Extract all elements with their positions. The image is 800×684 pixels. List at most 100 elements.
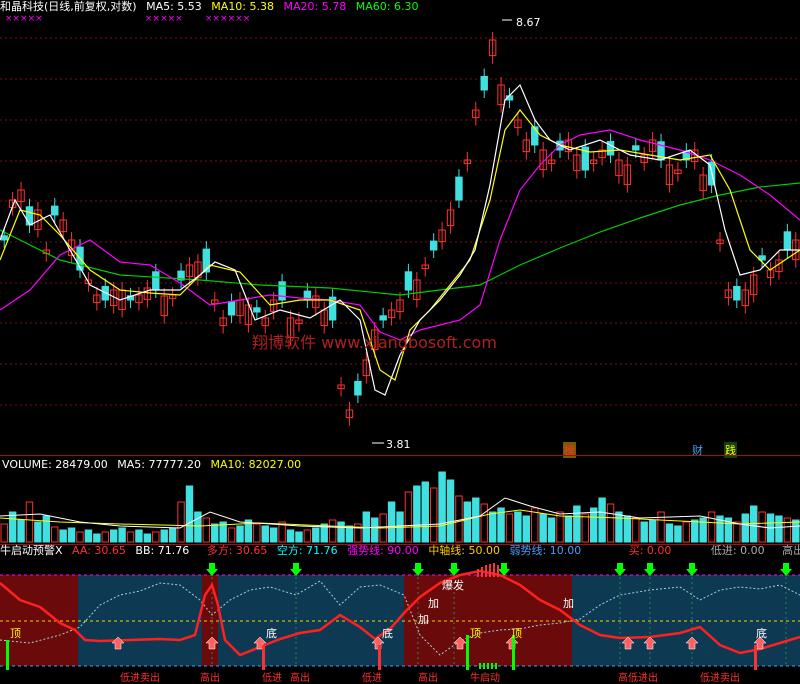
- volume-bar: [472, 497, 480, 543]
- volume-bar: [682, 521, 691, 543]
- volume-bar: [261, 525, 269, 543]
- candle-body: [404, 271, 413, 291]
- volume-bar: [143, 533, 152, 543]
- volume-bar: [25, 501, 34, 543]
- volume-bar: [236, 525, 244, 543]
- volume-bar: [109, 529, 118, 543]
- signal-bottom-3: 底: [756, 627, 767, 640]
- candle-body: [429, 240, 438, 251]
- signal-top-3: 顶: [511, 627, 522, 640]
- volume-bar: [438, 471, 446, 543]
- volume-bar: [674, 525, 682, 543]
- volume-bar: [303, 529, 312, 543]
- candle-body: [253, 307, 261, 313]
- volume-bar: [707, 511, 716, 543]
- signal-bottom-2: 底: [382, 627, 393, 640]
- candle-body: [51, 205, 59, 216]
- volume-bar: [286, 529, 295, 543]
- signal-bar-5: [378, 645, 381, 670]
- down-arrow-icon: [448, 563, 460, 576]
- volume-bars: [0, 471, 800, 543]
- volume-bar: [404, 491, 413, 543]
- volume-bar: [505, 513, 514, 543]
- volume-bar: [84, 529, 93, 543]
- ma60-line: [0, 182, 800, 296]
- volume-bar: [51, 526, 59, 543]
- volume-bar: [488, 511, 497, 543]
- low-label: 3.81: [386, 438, 411, 451]
- candle-body: [733, 285, 741, 301]
- volume-bar: [152, 531, 160, 543]
- volume-bar: [547, 517, 556, 543]
- volume-bar: [463, 501, 472, 543]
- volume-chart: [0, 471, 800, 543]
- volume-bar: [8, 511, 17, 543]
- down-arrow-icon: [780, 563, 792, 576]
- volume-panel[interactable]: VOLUME: 28479.00 MA5: 77777.20 MA10: 820…: [0, 456, 800, 544]
- volume-bar: [211, 523, 219, 543]
- volume-bar: [640, 521, 648, 543]
- volume-bar: [202, 517, 211, 543]
- volume-bar: [345, 525, 354, 543]
- volume-bar: [227, 527, 236, 543]
- volume-bar: [741, 513, 749, 543]
- volume-bar: [657, 511, 665, 543]
- signal-bottom-1: 底: [266, 627, 277, 640]
- volume-bar: [253, 523, 261, 543]
- volume-bar: [168, 527, 177, 543]
- watermark: 翔博软件 www.xiangbosoft.com: [252, 333, 497, 352]
- indicator-panel[interactable]: 牛启动预警X AA: 30.65 BB: 71.76 多方: 30.65 空方:…: [0, 544, 800, 684]
- down-arrow-icon: [206, 563, 218, 576]
- candle-body: [379, 315, 387, 321]
- signal-add-2: 加: [418, 613, 429, 626]
- volume-bar: [101, 531, 109, 543]
- down-arrow-icon: [290, 563, 302, 576]
- volume-bar: [531, 507, 539, 543]
- signal-bar-2: [466, 635, 469, 670]
- candle-body: [227, 300, 236, 316]
- signal-add-1: 加: [428, 597, 439, 610]
- volume-bar: [160, 529, 168, 543]
- volume-bar: [632, 517, 640, 543]
- candle-body: [531, 126, 539, 146]
- price-panel[interactable]: 和晶科技(日线,前复权,对数) MA5: 5.53 MA10: 5.38 MA2…: [0, 0, 800, 458]
- volume-bar: [59, 529, 67, 543]
- volume-bar: [573, 505, 581, 543]
- volume-bar: [312, 527, 320, 543]
- down-arrow-icon: [614, 563, 626, 576]
- volume-bar: [623, 515, 632, 543]
- volume-bar: [387, 501, 396, 543]
- candle-body: [632, 145, 640, 151]
- volume-bar: [775, 515, 783, 543]
- volume-bar: [514, 511, 522, 543]
- volume-bar: [581, 513, 589, 543]
- volume-bar: [17, 519, 25, 543]
- signal-top-2: 顶: [470, 627, 481, 640]
- candle-body: [278, 281, 286, 301]
- volume-bar: [413, 485, 421, 543]
- volume-bar: [76, 531, 84, 543]
- candle-body: [152, 271, 160, 291]
- volume-bar: [135, 529, 143, 543]
- high-label: 8.67: [516, 16, 541, 29]
- price-chart: 8.67 3.81 翔博软件 www.xiangbosoft.com: [0, 16, 800, 451]
- volume-bar: [118, 527, 126, 543]
- volume-bar: [337, 521, 345, 543]
- volume-bar: [564, 515, 573, 543]
- volume-bar: [371, 517, 379, 543]
- volume-bar: [480, 503, 488, 543]
- volume-bar: [295, 531, 303, 543]
- volume-bar: [665, 523, 674, 543]
- volume-bar: [691, 519, 699, 543]
- signal-bar-1: [6, 640, 9, 670]
- volume-bar: [539, 513, 547, 543]
- candle-body: [455, 176, 463, 201]
- signal-add-3: 加: [563, 597, 574, 610]
- volume-bar: [34, 521, 42, 543]
- volume-bar: [93, 533, 101, 543]
- candle-body: [783, 231, 792, 251]
- volume-bar: [615, 511, 623, 543]
- volume-bar: [177, 501, 185, 543]
- volume-bar: [455, 495, 463, 543]
- signal-bar-4: [262, 645, 265, 670]
